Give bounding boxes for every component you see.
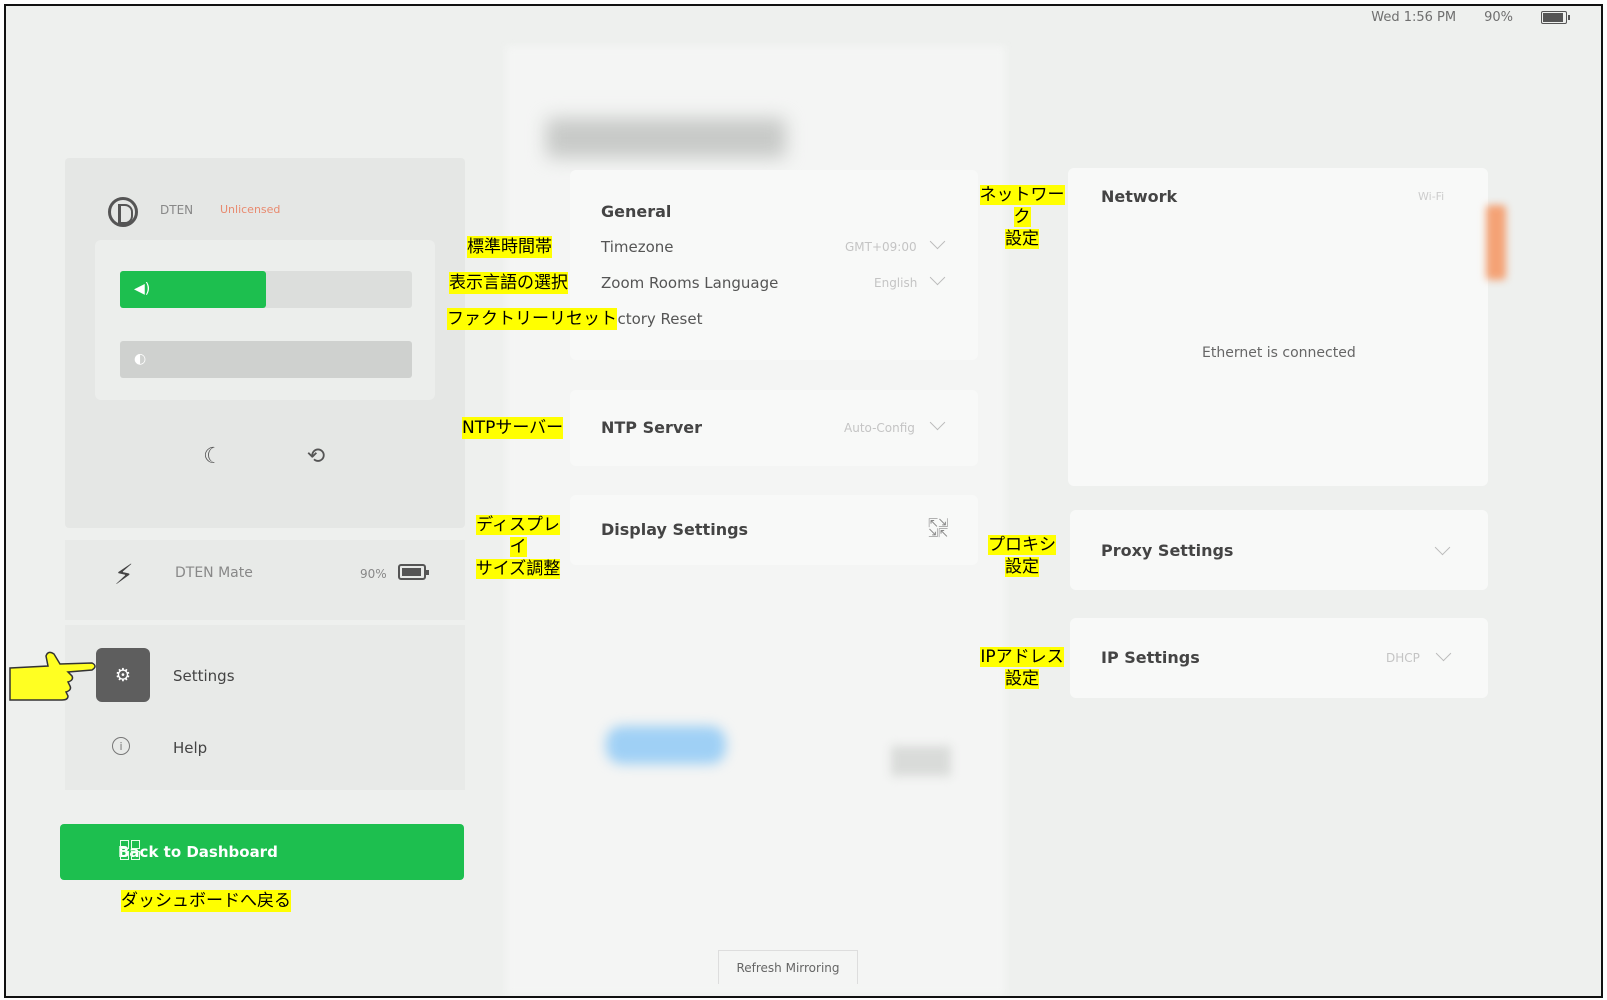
general-title: General	[601, 202, 672, 221]
network-card	[1068, 168, 1488, 486]
annotation-proxy-line1: プロキシ	[988, 535, 1056, 555]
back-to-dashboard-label: Back to Dashboard	[118, 843, 278, 861]
device-name: DTEN	[160, 203, 194, 217]
dashboard-icon	[120, 840, 140, 860]
brightness-icon: ◐	[134, 351, 147, 367]
annotation-ip-line1: IPアドレス	[980, 647, 1064, 667]
annotation-timezone: 標準時間帯	[467, 236, 552, 258]
annotation-language: 表示言語の選択	[449, 272, 568, 294]
info-icon[interactable]: i	[112, 737, 130, 755]
display-settings-label[interactable]: Display Settings	[601, 520, 748, 539]
battery-percent: 90%	[1484, 10, 1513, 25]
proxy-settings-label[interactable]: Proxy Settings	[1101, 541, 1233, 560]
license-status: Unlicensed	[220, 203, 281, 216]
annotation-proxy-line2: 設定	[1005, 557, 1039, 577]
annotation-proxy: プロキシ 設定	[975, 534, 1069, 578]
annotation-factory-reset: ファクトリーリセット	[447, 308, 617, 330]
gear-icon[interactable]: ⚙	[96, 648, 150, 702]
annotation-network-line2: 設定	[1005, 229, 1039, 249]
annotation-ntp: NTPサーバー	[462, 417, 564, 439]
general-card	[570, 170, 978, 360]
timezone-label[interactable]: Timezone	[601, 238, 674, 256]
ip-settings-label[interactable]: IP Settings	[1101, 648, 1200, 667]
battery-icon	[1541, 11, 1570, 24]
blurred-element	[891, 746, 951, 776]
blurred-date	[546, 118, 786, 158]
network-title: Network	[1101, 187, 1178, 206]
volume-slider[interactable]: ◀)	[120, 271, 412, 308]
lightning-icon: ⚡	[114, 558, 134, 591]
ip-mode-value[interactable]: DHCP	[1386, 651, 1420, 665]
moon-icon[interactable]: ☾	[185, 428, 241, 484]
network-type: Wi-Fi	[1418, 190, 1445, 203]
mate-name: DTEN Mate	[175, 565, 253, 581]
blurred-button	[606, 726, 726, 764]
language-value[interactable]: English	[874, 276, 917, 290]
nav-item-settings[interactable]: Settings	[173, 667, 235, 685]
brightness-slider[interactable]: ◐	[120, 341, 412, 378]
language-label[interactable]: Zoom Rooms Language	[601, 274, 778, 292]
annotation-network-line1: ネットワーク	[979, 185, 1065, 227]
annotation-display-line1: ディスプレイ	[476, 515, 560, 557]
annotation-ip-line2: 設定	[1005, 669, 1039, 689]
timezone-value[interactable]: GMT+09:00	[845, 240, 917, 254]
annotation-display-line2: サイズ調整	[475, 559, 561, 579]
speaker-icon: ◀)	[134, 281, 151, 297]
restart-icon[interactable]: ⟲	[288, 428, 344, 484]
nav-item-help[interactable]: Help	[173, 739, 207, 757]
pointing-hand-icon	[9, 651, 96, 701]
annotation-back: ダッシュボードへ戻る	[121, 890, 291, 912]
ethernet-status: Ethernet is connected	[1202, 345, 1356, 361]
scrollbar[interactable]	[1486, 205, 1506, 280]
annotation-ip: IPアドレス 設定	[975, 646, 1069, 690]
refresh-mirroring-button[interactable]: Refresh Mirroring	[718, 950, 858, 984]
dten-logo-icon	[108, 197, 138, 227]
expand-icon[interactable]: ⇱⇲ ⇲⇱	[928, 517, 948, 539]
mate-battery-percent: 90%	[360, 567, 387, 581]
ntp-label[interactable]: NTP Server	[601, 418, 702, 437]
ntp-value[interactable]: Auto-Config	[844, 421, 915, 435]
mate-battery-icon	[398, 564, 429, 580]
status-bar: Wed 1:56 PM 90%	[1371, 10, 1570, 25]
clock: Wed 1:56 PM	[1371, 10, 1457, 25]
annotation-display: ディスプレイ サイズ調整	[471, 514, 565, 580]
annotation-network: ネットワーク 設定	[975, 184, 1069, 250]
